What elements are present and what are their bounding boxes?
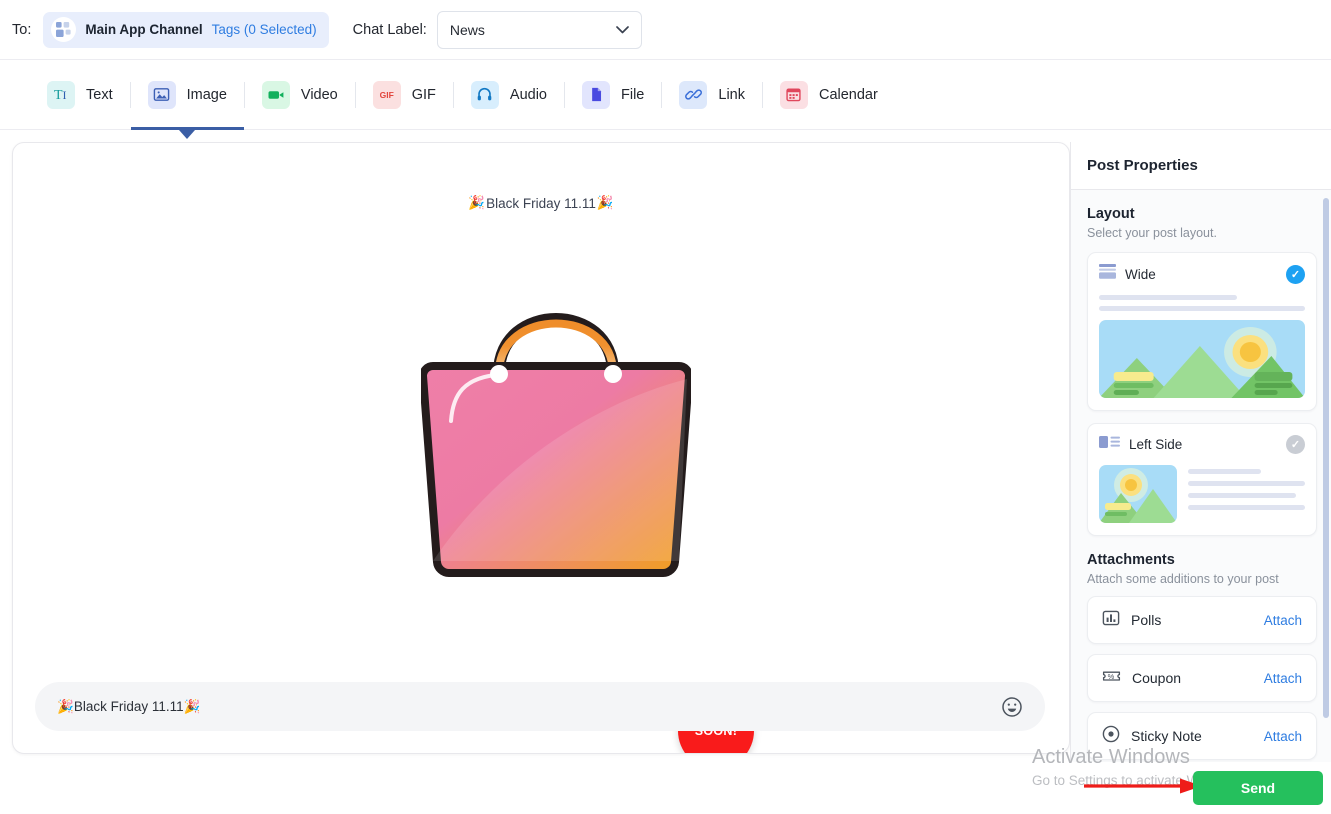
properties-scrollbar[interactable]	[1323, 198, 1329, 752]
attachment-row-sticky-note[interactable]: Sticky Note Attach	[1087, 712, 1317, 760]
attachments-section-title: Attachments	[1087, 552, 1175, 568]
attachments-section-subtitle: Attach some additions to your post	[1087, 572, 1279, 586]
attach-sticky-note-link[interactable]: Attach	[1264, 729, 1302, 744]
recipient-tags-link[interactable]: Tags (0 Selected)	[212, 22, 317, 37]
image-icon	[147, 80, 176, 109]
tab-link-label: Link	[718, 86, 745, 103]
gif-icon: GIF	[372, 80, 401, 109]
post-title: 🎉 Black Friday 11.11 🎉	[13, 195, 1069, 211]
sticky-note-icon	[1102, 725, 1120, 748]
attachment-polls-label: Polls	[1131, 612, 1162, 628]
chat-label-value: News	[449, 21, 485, 38]
bar-chart-icon	[1102, 609, 1120, 632]
file-icon	[582, 80, 610, 109]
text-icon: T I	[47, 80, 75, 109]
layout-preview-line	[1099, 295, 1238, 300]
tab-video-label: Video	[300, 86, 338, 103]
check-icon-selected: ✓	[1286, 264, 1305, 284]
post-title-text: Black Friday 11.11	[486, 195, 596, 211]
attachment-row-polls[interactable]: Polls Attach	[1087, 596, 1317, 644]
tab-file[interactable]: File	[565, 60, 661, 130]
party-popper-icon-left: 🎉	[468, 195, 486, 211]
svg-text:I: I	[62, 88, 66, 102]
send-button-label: Send	[1240, 780, 1276, 796]
layout-preview-line	[1188, 493, 1296, 498]
tab-image[interactable]: Image	[130, 60, 245, 139]
post-properties-title: Post Properties	[1087, 157, 1198, 174]
attachment-row-coupon[interactable]: % Coupon Attach	[1087, 654, 1317, 702]
video-icon	[261, 80, 290, 109]
tab-text-label: Text	[86, 86, 113, 103]
layout-preview-line	[1188, 469, 1261, 474]
tab-file-label: File	[621, 86, 645, 103]
layout-preview-line	[1099, 306, 1305, 311]
properties-scrollbar-thumb[interactable]	[1323, 198, 1329, 718]
check-icon-unselected: ✓	[1286, 435, 1305, 454]
attach-polls-link[interactable]: Attach	[1264, 613, 1302, 628]
caption-text: 🎉 Black Friday 11.11 🎉	[57, 699, 200, 715]
recipient-chip[interactable]: Main App Channel Tags (0 Selected)	[43, 11, 329, 48]
post-preview-canvas: 🎉 Black Friday 11.11 🎉 SOON! 🎉 Black Fri…	[12, 142, 1070, 754]
layout-wide-icon	[1099, 264, 1116, 284]
attach-coupon-link[interactable]: Attach	[1264, 671, 1302, 686]
attachment-coupon-label: Coupon	[1132, 670, 1182, 686]
post-properties-panel: Post Properties Layout Select your post …	[1070, 142, 1331, 762]
layout-option-wide-label: Wide	[1125, 266, 1156, 282]
content-type-tabbar: T I Text Image Video GIF GIF Audio File …	[0, 60, 1331, 139]
grid-icon	[51, 17, 77, 42]
party-popper-icon-caption-right: 🎉	[183, 698, 201, 715]
layout-section-title: Layout	[1087, 206, 1135, 222]
caption-input[interactable]: 🎉 Black Friday 11.11 🎉	[35, 682, 1045, 731]
svg-text:%: %	[1108, 672, 1115, 681]
layout-left-side-icon	[1099, 435, 1120, 454]
chat-label-label: Chat Label:	[352, 21, 427, 38]
active-tab-pointer	[179, 129, 196, 139]
layout-option-wide[interactable]: Wide ✓	[1087, 252, 1317, 411]
layout-option-wide-header: Wide ✓	[1099, 264, 1305, 284]
layout-wide-thumbnail	[1099, 320, 1305, 398]
shopping-bag-illustration	[419, 261, 693, 591]
chat-label-select[interactable]: News	[436, 10, 642, 49]
annotation-arrow	[1084, 778, 1202, 794]
tab-gif-label: GIF	[411, 86, 436, 103]
layout-option-left-side-label: Left Side	[1129, 437, 1183, 452]
party-popper-icon-right: 🎉	[596, 195, 614, 211]
post-properties-body: Layout Select your post layout. Wide ✓ L…	[1071, 190, 1331, 762]
post-composer-window: To: Main App Channel Tags (0 Selected) C…	[0, 0, 1331, 814]
tab-calendar-label: Calendar	[818, 86, 878, 103]
tab-audio[interactable]: Audio	[454, 60, 564, 130]
layout-preview-line	[1188, 481, 1305, 486]
tab-calendar[interactable]: Calendar	[763, 60, 895, 130]
top-recipient-bar: To: Main App Channel Tags (0 Selected) C…	[0, 0, 1331, 60]
layout-left-side-thumbnail	[1099, 465, 1177, 523]
tab-text[interactable]: T I Text	[30, 60, 130, 130]
tab-video[interactable]: Video	[245, 60, 355, 130]
party-popper-icon-caption-left: 🎉	[57, 698, 74, 715]
layout-option-left-side-header: Left Side ✓	[1099, 435, 1305, 454]
chevron-down-icon	[615, 23, 629, 36]
attachment-sticky-note-label: Sticky Note	[1131, 728, 1202, 744]
tab-image-label: Image	[186, 86, 227, 103]
coupon-icon: %	[1102, 667, 1121, 690]
layout-preview-line	[1188, 505, 1305, 510]
layout-option-left-side[interactable]: Left Side ✓	[1087, 423, 1317, 536]
tab-audio-label: Audio	[509, 86, 547, 103]
emoji-picker-icon[interactable]	[999, 694, 1025, 720]
link-icon	[679, 80, 708, 109]
caption-value: Black Friday 11.11	[73, 699, 184, 714]
send-button[interactable]: Send	[1193, 771, 1323, 805]
calendar-icon	[779, 80, 808, 109]
recipient-name: Main App Channel	[85, 22, 203, 37]
layout-section-subtitle: Select your post layout.	[1087, 226, 1217, 240]
tab-gif[interactable]: GIF GIF	[356, 60, 453, 130]
to-label: To:	[12, 21, 32, 38]
post-properties-header: Post Properties	[1071, 142, 1331, 190]
tab-link[interactable]: Link	[662, 60, 762, 130]
audio-icon	[470, 80, 499, 109]
